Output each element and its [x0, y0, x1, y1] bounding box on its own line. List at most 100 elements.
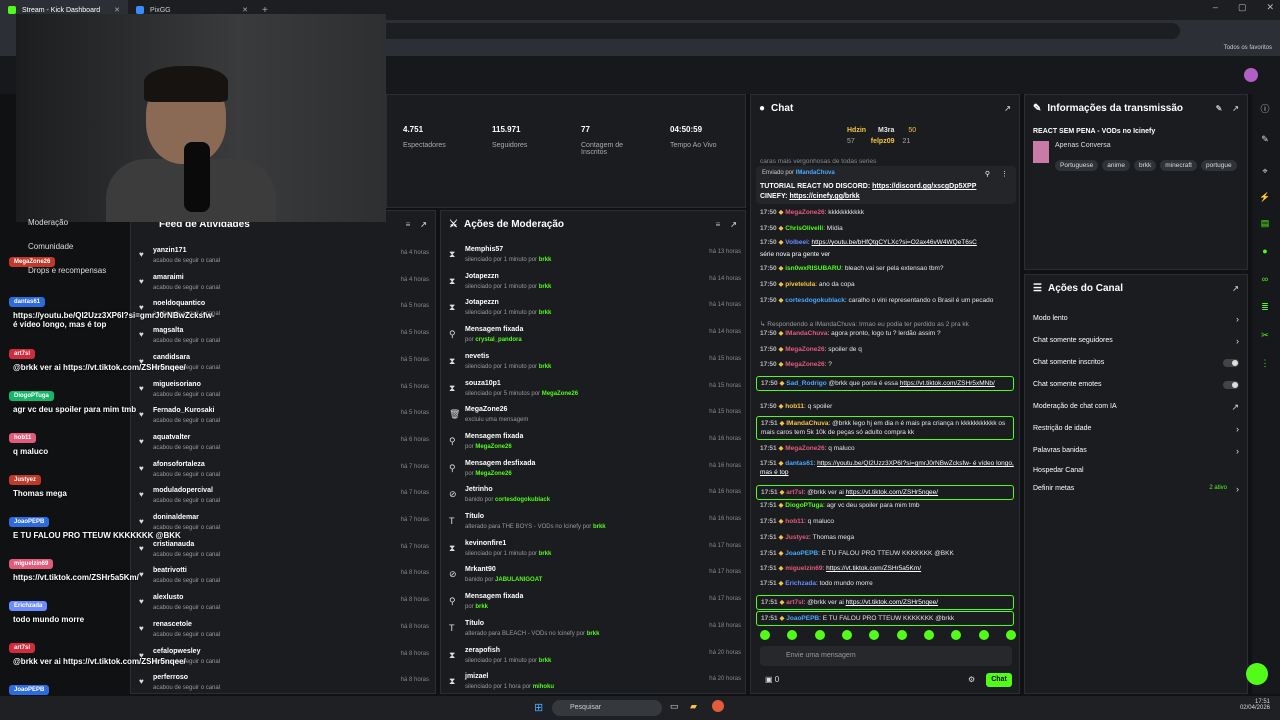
chat-link[interactable]: https://vt.tiktok.com/ZSHr5nqee/ — [846, 489, 938, 496]
maximize-icon[interactable]: ▢ — [1238, 2, 1247, 13]
channel-action-row[interactable]: Modo lento › — [1033, 314, 1239, 324]
link-icon[interactable]: ∞ — [1259, 274, 1271, 286]
emote-icon[interactable] — [869, 630, 880, 640]
info-icon[interactable]: ⓘ — [1259, 102, 1271, 114]
chat-username[interactable]: Sad_Rodrigo — [786, 380, 826, 387]
all-bookmarks[interactable]: Todos os favoritos — [1224, 45, 1272, 51]
moderation-target[interactable]: nevetis — [465, 353, 489, 360]
gift-icon[interactable]: ▣ — [765, 675, 773, 684]
filter-icon[interactable]: ≡ — [406, 220, 411, 229]
moderation-target[interactable]: Mensagem fixada — [465, 433, 523, 440]
chat-username[interactable]: MegaZone26 — [785, 361, 824, 368]
chat-username[interactable]: JoaoPEPB — [786, 615, 819, 622]
emote-icon[interactable] — [896, 630, 907, 640]
popout-icon[interactable]: ↗ — [1232, 284, 1239, 293]
list-icon[interactable]: ≣ — [1259, 302, 1271, 314]
chat-username[interactable]: miguelzin69 — [785, 565, 822, 572]
pin-icon[interactable]: ⚲ — [985, 170, 990, 178]
chat-username[interactable]: hob11 — [785, 518, 804, 525]
folder-icon[interactable]: ▰ — [690, 701, 697, 712]
moderator-name[interactable]: brkk — [587, 631, 600, 637]
emote-icon[interactable] — [814, 630, 825, 640]
chat-username[interactable]: MegaZone26 — [785, 209, 824, 216]
help-fab[interactable] — [1246, 663, 1268, 685]
windows-start-icon[interactable]: ⊞ — [534, 701, 543, 714]
user-avatar[interactable] — [1244, 68, 1258, 82]
bolt-icon[interactable]: ⚡ — [1259, 192, 1271, 204]
moderator-name[interactable]: brkk — [539, 310, 552, 316]
chat-username[interactable]: ChrisOlivelli — [785, 225, 823, 232]
moderation-target[interactable]: Jetrinho — [465, 486, 493, 493]
popout-icon[interactable]: ↗ — [730, 220, 737, 229]
moderation-target[interactable]: Mensagem fixada — [465, 326, 523, 333]
share-icon[interactable]: ⋮ — [1259, 358, 1271, 370]
moderator-name[interactable]: brkk — [539, 257, 552, 263]
emote-icon[interactable] — [1005, 630, 1016, 640]
channel-action-row[interactable]: Chat somente emotes — [1033, 381, 1239, 389]
chat-username[interactable]: art7sl — [786, 599, 803, 606]
channel-action-row[interactable]: Chat somente inscritos — [1033, 359, 1239, 367]
stream-tag[interactable]: Portuguese — [1055, 160, 1099, 171]
settings-gear-icon[interactable]: ⚙ — [968, 675, 975, 684]
pinned-link[interactable]: https://discord.gg/xscgDp5XPP — [872, 183, 976, 190]
moderator-name[interactable]: brkk — [539, 284, 552, 290]
moderator-name[interactable]: brkk — [539, 364, 552, 370]
chat-link[interactable]: https://youtu.be/bHfQtgCYLXc?si=O2ax46vW… — [812, 239, 977, 246]
moderator-name[interactable]: JABULANIGOAT — [495, 577, 542, 583]
channel-action-row[interactable]: Definir metas › 2 ativo — [1033, 484, 1239, 494]
taskview-icon[interactable]: ▭ — [670, 701, 679, 712]
toggle-switch[interactable] — [1223, 359, 1239, 367]
moderation-target[interactable]: Mensagem desfixada — [465, 460, 535, 467]
channel-action-row[interactable]: Chat somente seguidores › — [1033, 336, 1239, 346]
moderation-target[interactable]: Mrkant90 — [465, 566, 496, 573]
moderator-name[interactable]: brkk — [475, 604, 488, 610]
moderation-target[interactable]: Memphis57 — [465, 246, 503, 253]
channel-action-row[interactable]: Restrição de idade › — [1033, 424, 1239, 434]
minimize-icon[interactable]: – — [1213, 2, 1218, 13]
chat-link[interactable]: https://vt.tiktok.com/ZSHr5a5Km/ — [826, 565, 921, 572]
edit-icon[interactable]: ✎ — [1259, 134, 1271, 146]
moderator-name[interactable]: MegaZone26 — [475, 444, 511, 450]
moderation-target[interactable]: jmizael — [465, 673, 488, 680]
close-icon[interactable]: ✕ — [242, 6, 248, 14]
popout-icon[interactable]: ↗ — [420, 220, 427, 229]
doc-icon[interactable]: ▤ — [1259, 218, 1271, 230]
pinned-link[interactable]: https://cinefy.gg/brkk — [789, 193, 859, 200]
moderation-target[interactable]: Título — [465, 513, 484, 520]
chat-input[interactable]: Envie uma mensagem — [760, 646, 1012, 666]
emote-icon[interactable] — [841, 630, 852, 640]
moderator-name[interactable]: brkk — [539, 551, 552, 557]
chat-icon[interactable]: ● — [1259, 246, 1271, 258]
stream-tag[interactable]: minecraft — [1160, 160, 1197, 171]
emote-icon[interactable] — [951, 630, 962, 640]
scan-icon[interactable]: ⌖ — [1259, 166, 1271, 178]
chat-username[interactable]: art7sl — [786, 489, 803, 496]
chat-username[interactable]: cortesdogokublack — [785, 297, 845, 304]
moderation-target[interactable]: Jotapezzn — [465, 299, 499, 306]
moderator-name[interactable]: MegaZone26 — [475, 471, 511, 477]
chrome-icon[interactable] — [712, 700, 724, 712]
tool-icon[interactable]: ✂ — [1259, 330, 1271, 342]
send-chat-button[interactable]: Chat — [986, 673, 1012, 687]
moderator-name[interactable]: brkk — [593, 524, 606, 530]
chat-username[interactable]: MegaZone26 — [785, 346, 824, 353]
more-icon[interactable]: ⋮ — [1001, 170, 1008, 178]
chat-username[interactable]: IMandaChuva — [786, 420, 828, 427]
close-icon[interactable]: ✕ — [114, 6, 120, 14]
close-window-icon[interactable]: ✕ — [1266, 2, 1274, 13]
chat-username[interactable]: MegaZone26 — [785, 445, 824, 452]
chat-username[interactable]: Volbeei — [785, 239, 808, 246]
chat-link[interactable]: https://vt.tiktok.com/ZSHr5nqee/ — [846, 599, 938, 606]
chat-username[interactable]: Justyez — [785, 534, 809, 541]
chat-username[interactable]: DiogoPTuga — [785, 502, 823, 509]
filter-icon[interactable]: ≡ — [716, 220, 721, 229]
moderation-target[interactable]: Mensagem fixada — [465, 593, 523, 600]
emote-icon[interactable] — [978, 630, 989, 640]
chat-username[interactable]: Erichzada — [785, 580, 816, 587]
chat-username[interactable]: hob11 — [785, 403, 804, 410]
chat-username[interactable]: IMandaChuva — [785, 330, 827, 337]
moderation-target[interactable]: MegaZone26 — [465, 406, 507, 413]
emote-icon[interactable] — [787, 630, 798, 640]
moderation-target[interactable]: souza10p1 — [465, 380, 501, 387]
channel-action-row[interactable]: Moderação de chat com IA ↗ — [1033, 402, 1239, 412]
